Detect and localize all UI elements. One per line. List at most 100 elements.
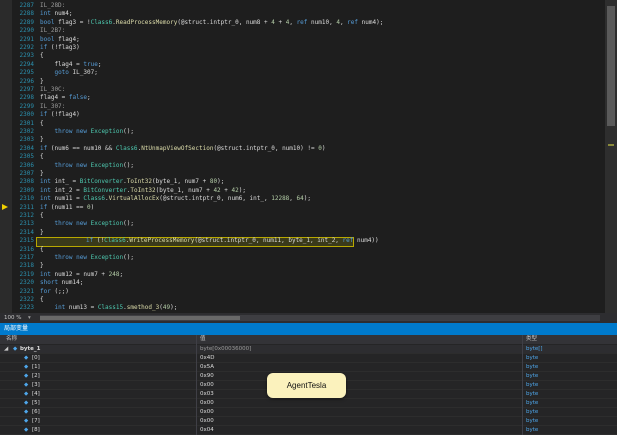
local-value[interactable]: 0x5A bbox=[200, 363, 214, 371]
code-text[interactable]: IL_307: bbox=[40, 103, 65, 111]
code-text[interactable]: bool flag4; bbox=[40, 36, 80, 44]
code-line[interactable]: 2291 bool flag4; bbox=[0, 36, 605, 44]
code-line[interactable]: 2294 flag4 = true; bbox=[0, 61, 605, 69]
locals-row[interactable]: ◆ [7] 0x00 byte bbox=[0, 417, 617, 426]
code-text[interactable]: int num13 = Class15.smethod_3(49); bbox=[40, 304, 177, 312]
local-value[interactable]: 0x00 bbox=[200, 417, 214, 425]
local-value[interactable]: 0x04 bbox=[200, 426, 214, 434]
column-divider[interactable] bbox=[196, 335, 197, 435]
zoom-level[interactable]: 100 % bbox=[4, 313, 21, 323]
code-text[interactable]: if (!flag4) bbox=[40, 111, 80, 119]
code-text[interactable]: int num12 = num7 + 248; bbox=[40, 271, 123, 279]
code-text[interactable]: flag4 = true; bbox=[40, 61, 101, 69]
locals-row[interactable]: ◆ [1] 0x5A byte bbox=[0, 363, 617, 372]
code-line[interactable]: 2319 int num12 = num7 + 248; bbox=[0, 271, 605, 279]
code-text[interactable]: int num4; bbox=[40, 10, 73, 18]
code-line[interactable]: 2295 goto IL_307; bbox=[0, 69, 605, 77]
code-line[interactable]: 2317 throw new Exception(); bbox=[0, 254, 605, 262]
code-line[interactable]: 2309 int int_2 = BitConverter.ToInt32(byt… bbox=[0, 187, 605, 195]
code-line[interactable]: 2311 if (num11 == 0) bbox=[0, 204, 605, 212]
local-value[interactable]: 0x00 bbox=[200, 399, 214, 407]
code-line[interactable]: 2299 IL_307: bbox=[0, 103, 605, 111]
code-text[interactable]: { bbox=[40, 52, 44, 60]
col-name-header[interactable]: 名称 bbox=[6, 335, 17, 344]
code-line[interactable]: 2314} bbox=[0, 229, 605, 237]
local-value[interactable]: 0x4D bbox=[200, 354, 215, 362]
code-text[interactable]: throw new Exception(); bbox=[40, 254, 134, 262]
code-text[interactable]: int int_ = BitConverter.ToInt32(byte_1, … bbox=[40, 178, 224, 186]
code-text[interactable]: IL_30C: bbox=[40, 86, 65, 94]
code-text[interactable]: int num11 = Class6.VirtualAllocEx(@struc… bbox=[40, 195, 311, 203]
horizontal-scrollbar-thumb[interactable] bbox=[40, 316, 240, 320]
code-text[interactable]: short num14; bbox=[40, 279, 83, 287]
code-text[interactable]: } bbox=[40, 262, 44, 270]
code-line[interactable]: 2316 { bbox=[0, 246, 605, 254]
code-text[interactable]: if (!flag3) bbox=[40, 44, 80, 52]
code-line[interactable]: 2307} bbox=[0, 170, 605, 178]
code-text[interactable]: { bbox=[40, 212, 44, 220]
code-text[interactable]: for (;;) bbox=[40, 288, 69, 296]
code-line[interactable]: 2321 for (;;) bbox=[0, 288, 605, 296]
code-line[interactable]: 2305 { bbox=[0, 153, 605, 161]
code-line[interactable]: 2310 int num11 = Class6.VirtualAllocEx(@s… bbox=[0, 195, 605, 203]
locals-panel-title[interactable]: 局部变量 bbox=[0, 323, 617, 335]
code-text[interactable]: } bbox=[40, 170, 44, 178]
code-text[interactable]: int int_2 = BitConverter.ToInt32(byte_1,… bbox=[40, 187, 246, 195]
expand-toggle-icon[interactable]: ◢ bbox=[4, 345, 8, 353]
code-text[interactable]: if (num11 == 0) bbox=[40, 204, 94, 212]
code-line[interactable]: 2303} bbox=[0, 136, 605, 144]
code-line[interactable]: 2323 int num13 = Class15.smethod_3(49); bbox=[0, 304, 605, 312]
code-line[interactable]: 2318} bbox=[0, 262, 605, 270]
code-line[interactable]: 2320 short num14; bbox=[0, 279, 605, 287]
code-text[interactable]: if (!Class6.WriteProcessMemory(@struct.i… bbox=[86, 237, 379, 245]
local-value[interactable]: byte[0x00036000] bbox=[200, 345, 251, 353]
code-text[interactable]: { bbox=[40, 120, 44, 128]
code-line[interactable]: 2287 IL_28D: bbox=[0, 2, 605, 10]
local-value[interactable]: 0x00 bbox=[200, 381, 214, 389]
code-line[interactable]: 2290 IL_2B7: bbox=[0, 27, 605, 35]
col-value-header[interactable]: 值 bbox=[200, 335, 206, 344]
locals-row[interactable]: ◢ ◆ byte_1 byte[0x00036000] byte[] bbox=[0, 345, 617, 354]
locals-row[interactable]: ◆ [5] 0x00 byte bbox=[0, 399, 617, 408]
code-line[interactable]: 2302 throw new Exception(); bbox=[0, 128, 605, 136]
code-line[interactable]: 2297 IL_30C: bbox=[0, 86, 605, 94]
code-text[interactable]: } bbox=[40, 136, 44, 144]
code-text[interactable]: } bbox=[40, 78, 44, 86]
vertical-scrollbar[interactable] bbox=[605, 0, 617, 313]
col-type-header[interactable]: 类型 bbox=[526, 335, 537, 344]
column-divider[interactable] bbox=[522, 335, 523, 435]
code-line[interactable]: 2308 int int_ = BitConverter.ToInt32(byte… bbox=[0, 178, 605, 186]
locals-row[interactable]: ◆ [0] 0x4D byte bbox=[0, 354, 617, 363]
code-text[interactable]: bool flag3 = !Class6.ReadProcessMemory(@… bbox=[40, 19, 383, 27]
code-text[interactable]: { bbox=[40, 246, 44, 254]
code-line[interactable]: 2289 bool flag3 = !Class6.ReadProcessMemo… bbox=[0, 19, 605, 27]
code-line[interactable]: 2293 { bbox=[0, 52, 605, 60]
code-line[interactable]: 2288 int num4; bbox=[0, 10, 605, 18]
code-line[interactable]: 2322 { bbox=[0, 296, 605, 304]
code-line[interactable]: 2304 if (num6 == num10 && Class6.NtUnmapV… bbox=[0, 145, 605, 153]
zoom-dropdown-icon[interactable]: ▾ bbox=[28, 313, 31, 323]
code-text[interactable]: IL_28D: bbox=[40, 2, 65, 10]
code-text[interactable]: { bbox=[40, 153, 44, 161]
locals-row[interactable]: ◆ [6] 0x00 byte bbox=[0, 408, 617, 417]
code-text[interactable]: if (num6 == num10 && Class6.NtUnmapViewO… bbox=[40, 145, 325, 153]
code-line[interactable]: 2296} bbox=[0, 78, 605, 86]
local-value[interactable]: 0x03 bbox=[200, 390, 214, 398]
code-line[interactable]: 2306 throw new Exception(); bbox=[0, 162, 605, 170]
code-line[interactable]: 2315 if (!Class6.WriteProcessMemory(@stru… bbox=[0, 237, 605, 245]
horizontal-scrollbar[interactable] bbox=[40, 315, 600, 321]
code-line[interactable]: 2312 { bbox=[0, 212, 605, 220]
code-line[interactable]: 2292 if (!flag3) bbox=[0, 44, 605, 52]
code-text[interactable]: flag4 = false; bbox=[40, 94, 91, 102]
vertical-scrollbar-thumb[interactable] bbox=[607, 6, 615, 126]
local-value[interactable]: 0x00 bbox=[200, 408, 214, 416]
local-value[interactable]: 0x90 bbox=[200, 372, 214, 380]
code-line[interactable]: 2300 if (!flag4) bbox=[0, 111, 605, 119]
code-text[interactable]: goto IL_307; bbox=[40, 69, 97, 77]
code-text[interactable]: throw new Exception(); bbox=[40, 128, 134, 136]
code-line[interactable]: 2313 throw new Exception(); bbox=[0, 220, 605, 228]
code-line[interactable]: 2298 flag4 = false; bbox=[0, 94, 605, 102]
code-text[interactable]: } bbox=[40, 229, 44, 237]
code-editor[interactable]: 2287 IL_28D: 2288 int num4; 2289 bool flag3 =… bbox=[0, 0, 617, 313]
code-text[interactable]: throw new Exception(); bbox=[40, 220, 134, 228]
